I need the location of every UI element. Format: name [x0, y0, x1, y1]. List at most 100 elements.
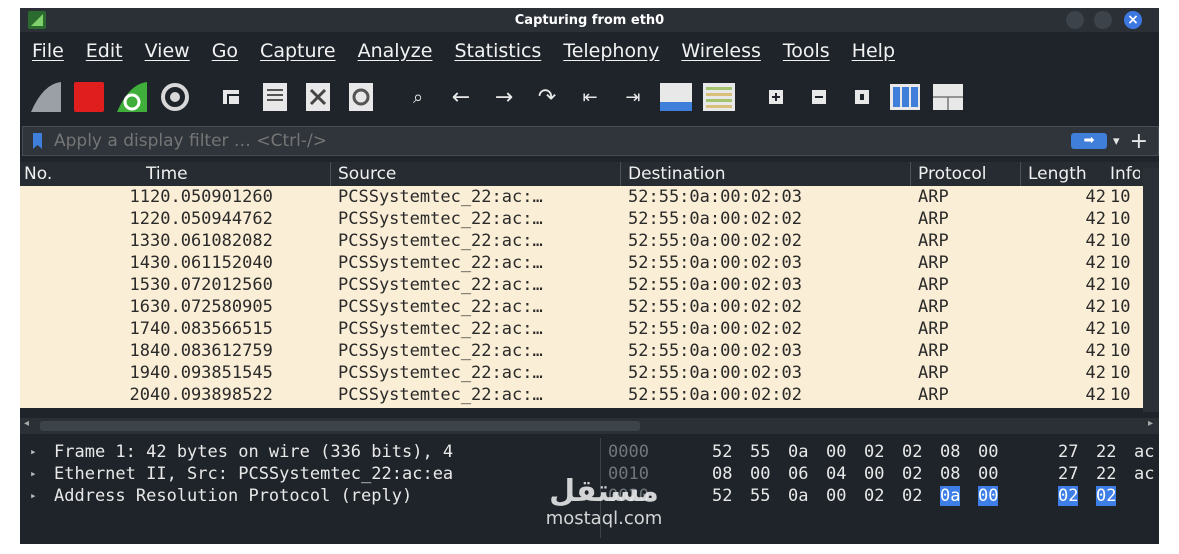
packet-row[interactable]: 13 30.061082082 PCSSystemtec_22:ac:… 52:55:… — [20, 230, 1159, 252]
hex-byte[interactable]: 02 — [902, 442, 922, 462]
column-no[interactable]: No. — [24, 164, 52, 184]
restart-capture-button[interactable] — [114, 79, 150, 115]
hex-byte[interactable]: 02 — [902, 486, 922, 506]
detail-row-arp[interactable]: ▸ Address Resolution Protocol (reply) — [20, 486, 600, 508]
menu-capture[interactable]: Capture — [260, 40, 336, 62]
resize-columns-button[interactable] — [887, 79, 923, 115]
column-divider[interactable] — [910, 162, 911, 186]
column-info[interactable]: Info — [1110, 164, 1140, 184]
packet-row[interactable]: 12 20.050944762 PCSSystemtec_22:ac:… 52:55:… — [20, 208, 1159, 230]
close-window-button[interactable]: × — [1124, 11, 1142, 29]
packet-list-vertical-scrollbar[interactable] — [1143, 168, 1159, 412]
hex-byte[interactable]: 52 — [712, 486, 732, 506]
menu-wireless[interactable]: Wireless — [681, 40, 761, 62]
hex-byte[interactable]: 08 — [940, 464, 960, 484]
hex-byte[interactable]: 02 — [1096, 486, 1117, 506]
go-to-packet-button[interactable]: ↷ — [529, 79, 565, 115]
last-packet-button[interactable]: ⇥ — [615, 79, 651, 115]
hex-byte[interactable]: 02 — [864, 486, 884, 506]
hex-byte[interactable]: 52 — [712, 442, 732, 462]
column-time[interactable]: Time — [146, 164, 188, 184]
go-forward-button[interactable]: → — [486, 79, 522, 115]
hex-byte[interactable]: 02 — [1058, 486, 1079, 506]
packet-row[interactable]: 19 40.093851545 PCSSystemtec_22:ac:… 52:55:… — [20, 362, 1159, 384]
add-filter-button-plus-icon[interactable]: + — [1130, 129, 1148, 154]
expand-arrow-icon[interactable]: ▸ — [30, 467, 37, 480]
filter-dropdown-icon[interactable]: ▾ — [1113, 134, 1120, 149]
menu-help[interactable]: Help — [852, 40, 895, 62]
scroll-right-icon[interactable]: ▸ — [1148, 418, 1153, 429]
minimize-button[interactable] — [1066, 11, 1084, 29]
normal-size-button[interactable] — [844, 79, 880, 115]
expand-arrow-icon[interactable]: ▸ — [30, 489, 37, 502]
display-filter-input[interactable] — [52, 130, 1072, 152]
stop-capture-button[interactable] — [71, 79, 107, 115]
hex-byte[interactable]: 04 — [826, 464, 846, 484]
menu-analyze[interactable]: Analyze — [358, 40, 433, 62]
reload-file-button[interactable] — [343, 79, 379, 115]
hex-byte[interactable]: 55 — [750, 486, 770, 506]
colorize-button[interactable] — [701, 79, 737, 115]
column-divider[interactable] — [1020, 162, 1021, 186]
close-file-button[interactable] — [300, 79, 336, 115]
packet-row[interactable]: 20 40.093898522 PCSSystemtec_22:ac:… 52:55:… — [20, 384, 1159, 406]
hex-byte[interactable]: 0a — [788, 442, 808, 462]
autoscroll-button[interactable] — [658, 79, 694, 115]
hex-byte[interactable]: 08 — [940, 442, 960, 462]
hex-byte[interactable]: 00 — [826, 486, 846, 506]
column-divider[interactable] — [620, 162, 621, 186]
start-capture-button[interactable] — [28, 79, 64, 115]
expand-arrow-icon[interactable]: ▸ — [30, 445, 37, 458]
hex-byte[interactable]: 22 — [1096, 442, 1116, 462]
column-protocol[interactable]: Protocol — [918, 164, 987, 184]
scrollbar-thumb[interactable] — [40, 421, 640, 431]
packet-list-horizontal-scrollbar[interactable]: ◂ ▸ — [20, 418, 1159, 434]
hex-byte[interactable]: 00 — [978, 486, 999, 506]
zoom-out-button[interactable] — [801, 79, 837, 115]
maximize-button[interactable] — [1094, 11, 1112, 29]
hex-byte[interactable]: 00 — [864, 464, 884, 484]
hex-byte[interactable]: 27 — [1058, 464, 1078, 484]
menu-go[interactable]: Go — [212, 40, 238, 62]
packet-row[interactable]: 18 40.083612759 PCSSystemtec_22:ac:… 52:55:… — [20, 340, 1159, 362]
menu-tools[interactable]: Tools — [783, 40, 830, 62]
hex-byte[interactable]: 0a — [940, 486, 961, 506]
scroll-left-icon[interactable]: ◂ — [24, 418, 29, 429]
menu-file[interactable]: File — [32, 40, 64, 62]
zoom-in-button[interactable] — [758, 79, 794, 115]
go-back-button[interactable]: ← — [443, 79, 479, 115]
menu-telephony[interactable]: Telephony — [563, 40, 659, 62]
find-packet-button[interactable]: ⌕ — [400, 79, 436, 115]
layout-button[interactable] — [930, 79, 966, 115]
first-packet-button[interactable]: ⇤ — [572, 79, 608, 115]
menu-statistics[interactable]: Statistics — [454, 40, 541, 62]
hex-byte[interactable]: 02 — [902, 464, 922, 484]
hex-byte[interactable]: 08 — [712, 464, 732, 484]
hex-byte[interactable]: 00 — [826, 442, 846, 462]
packet-row[interactable]: 16 30.072580905 PCSSystemtec_22:ac:… 52:55:… — [20, 296, 1159, 318]
bookmark-icon[interactable] — [33, 133, 42, 149]
detail-row-frame[interactable]: ▸ Frame 1: 42 bytes on wire (336 bits), … — [20, 442, 600, 464]
hex-byte[interactable]: 00 — [750, 464, 770, 484]
hex-byte[interactable]: 55 — [750, 442, 770, 462]
packet-row[interactable]: 11 20.050901260 PCSSystemtec_22:ac:… 52:55:… — [20, 186, 1159, 208]
menu-edit[interactable]: Edit — [86, 40, 123, 62]
capture-options-button[interactable] — [157, 79, 193, 115]
packet-row[interactable]: 17 40.083566515 PCSSystemtec_22:ac:… 52:55:… — [20, 318, 1159, 340]
menu-view[interactable]: View — [145, 40, 190, 62]
column-length[interactable]: Length — [1028, 164, 1087, 184]
column-source[interactable]: Source — [338, 164, 396, 184]
detail-row-ethernet[interactable]: ▸ Ethernet II, Src: PCSSystemtec_22:ac:e… — [20, 464, 600, 486]
hex-byte[interactable]: 27 — [1058, 442, 1078, 462]
column-destination[interactable]: Destination — [628, 164, 726, 184]
apply-filter-arrow-icon[interactable]: ➡ — [1071, 133, 1108, 149]
save-file-button[interactable] — [257, 79, 293, 115]
hex-byte[interactable]: 02 — [864, 442, 884, 462]
hex-byte[interactable]: 22 — [1096, 464, 1116, 484]
hex-byte[interactable]: ac — [1134, 464, 1154, 484]
hex-byte[interactable]: 06 — [788, 464, 808, 484]
hex-byte[interactable]: 00 — [978, 442, 998, 462]
column-divider[interactable] — [330, 162, 331, 186]
hex-byte[interactable]: 0a — [788, 486, 808, 506]
packet-row[interactable]: 14 30.061152040 PCSSystemtec_22:ac:… 52:55:… — [20, 252, 1159, 274]
